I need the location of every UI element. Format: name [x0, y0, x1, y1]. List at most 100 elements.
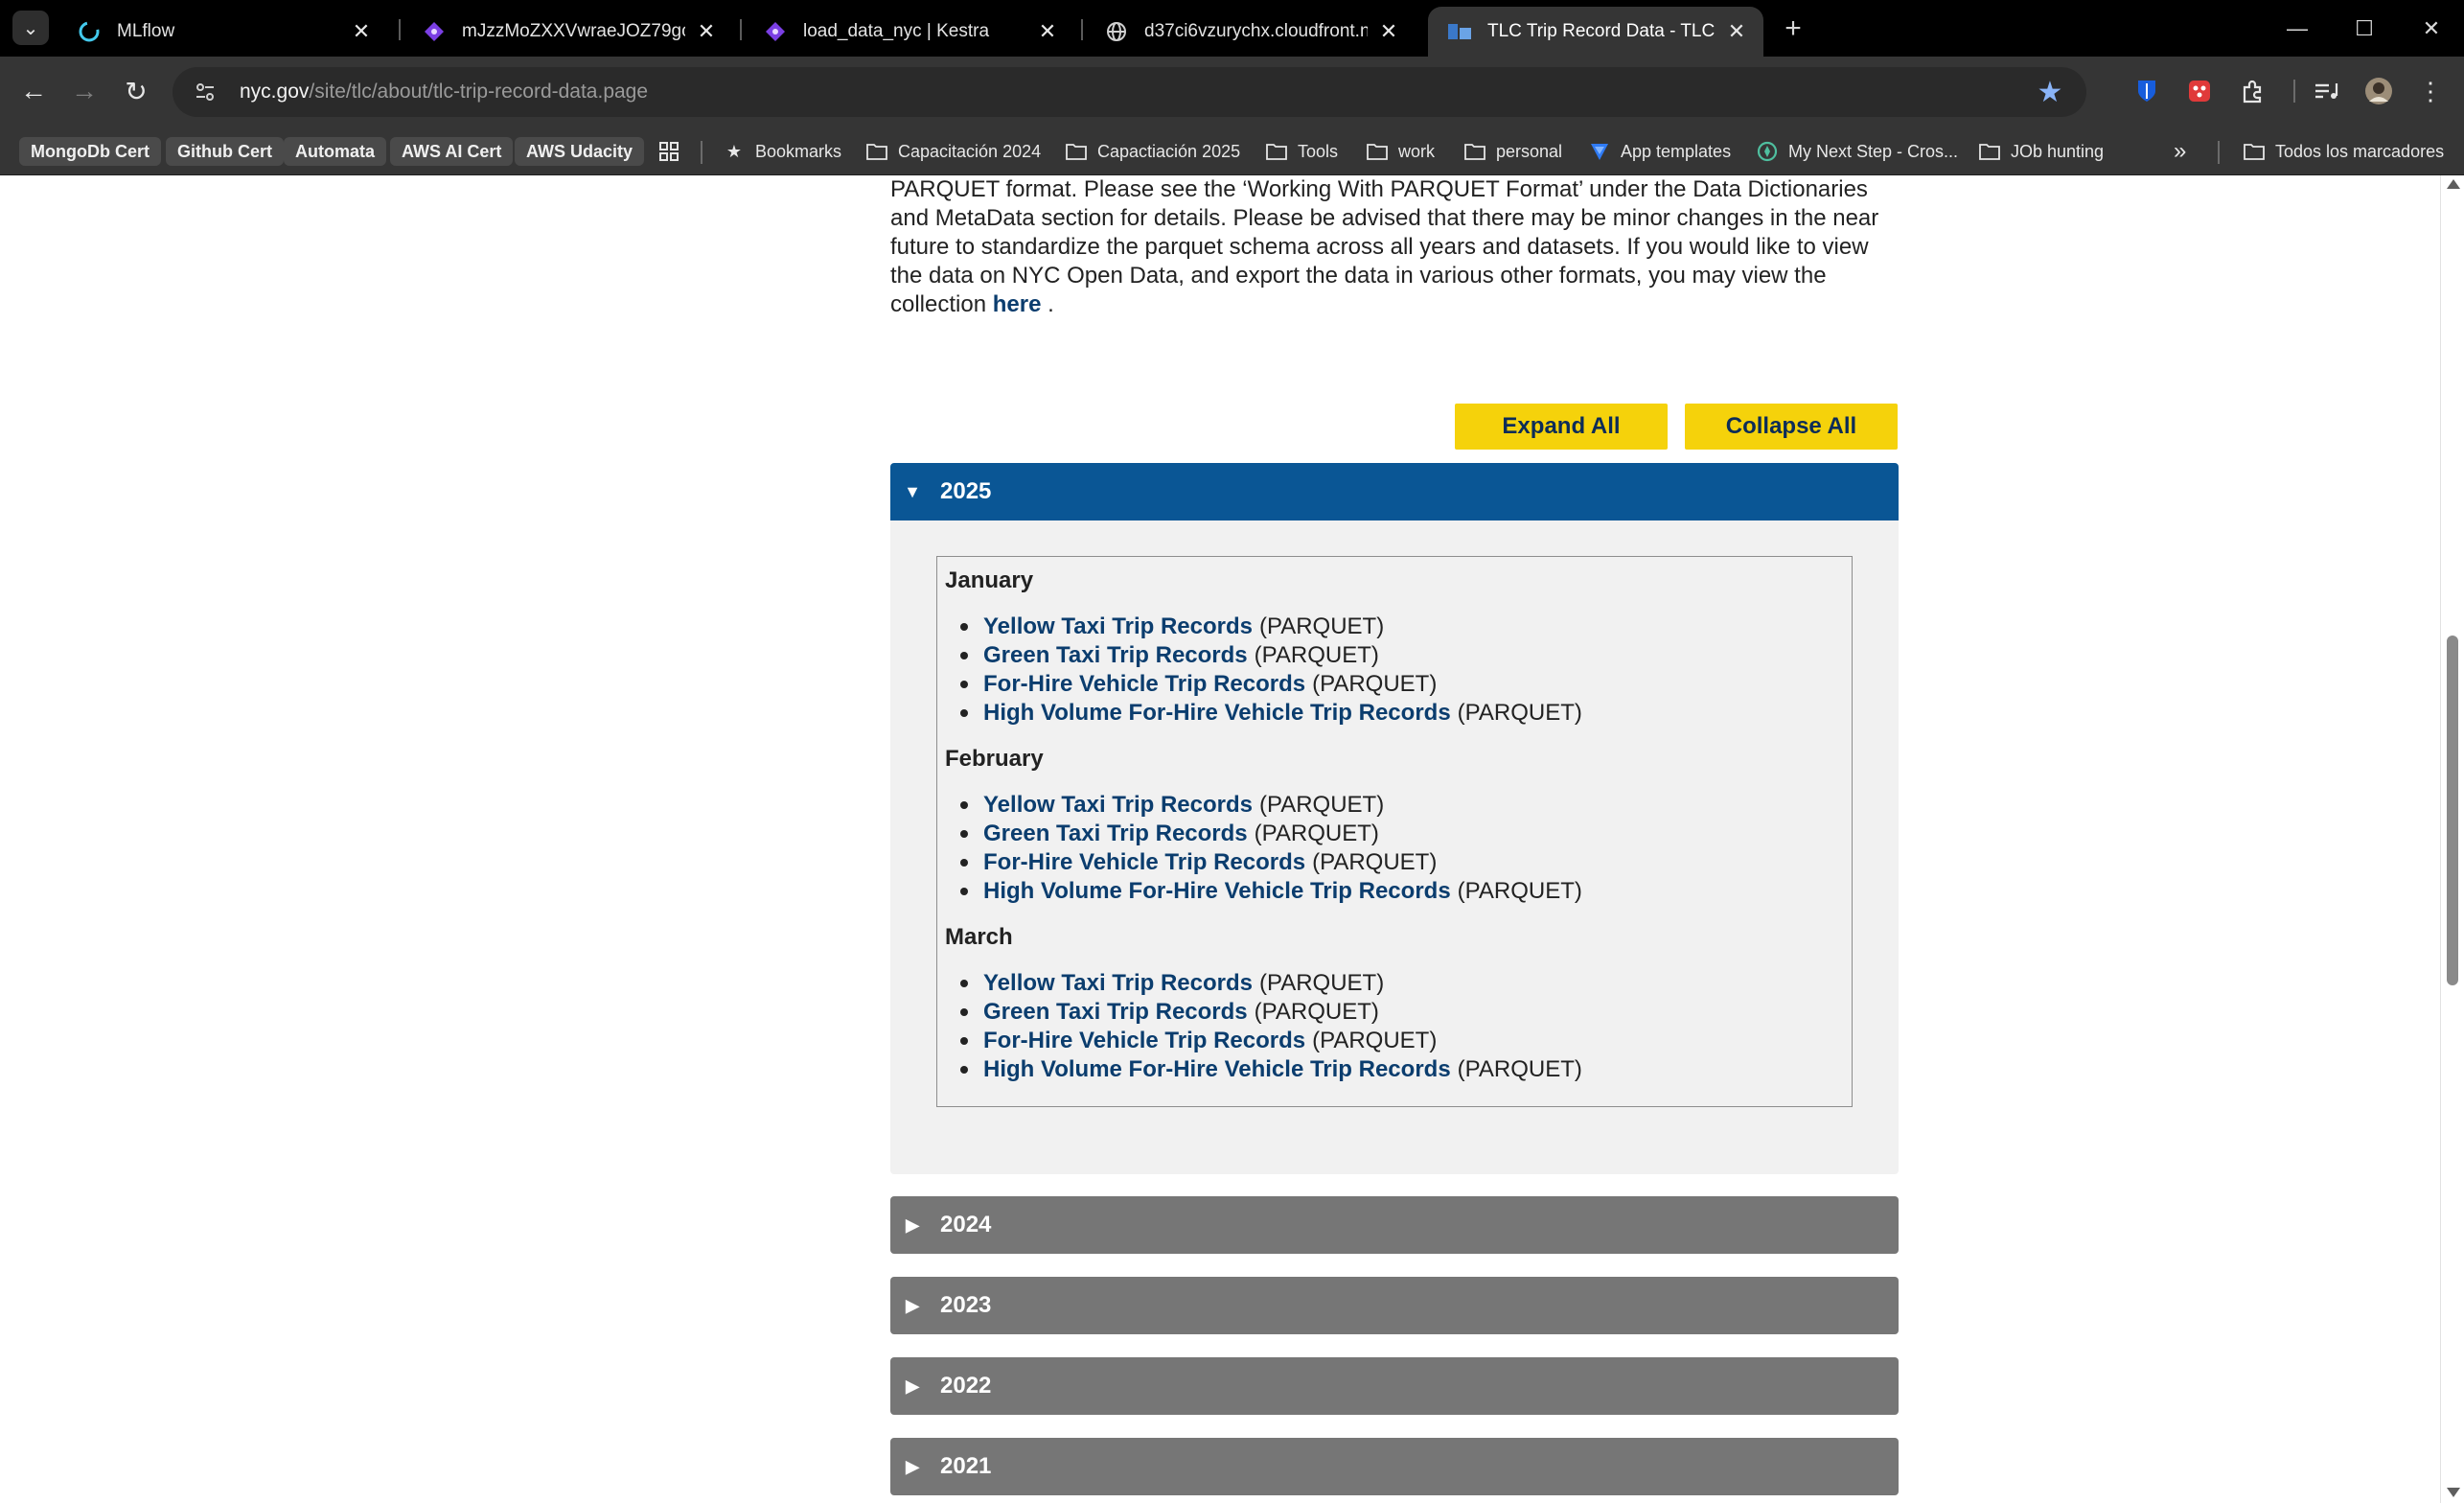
page-scrollbar[interactable] [2440, 175, 2464, 1503]
bookmark-app-templates[interactable]: App templates [1588, 137, 1731, 166]
profile-avatar[interactable] [2361, 74, 2396, 108]
bookmark-label: personal [1496, 141, 1563, 161]
months-box: January Yellow Taxi Trip Records (PARQUET… [936, 556, 1853, 1107]
bookmarks-divider [701, 141, 702, 164]
collapse-all-button[interactable]: Collapse All [1685, 404, 1898, 450]
bookmark-star-icon[interactable]: ★ [2035, 77, 2065, 108]
year-2023-header[interactable]: ▶ 2023 [890, 1277, 1899, 1334]
extensions-puzzle-icon[interactable] [2235, 74, 2269, 108]
tab-kestra-flow[interactable]: load_data_nyc | Kestra ✕ [744, 7, 1074, 57]
all-bookmarks-folder[interactable]: Todos los marcadores [2243, 137, 2444, 166]
apps-grid-button[interactable] [657, 137, 690, 166]
year-label: 2021 [940, 1453, 992, 1479]
site-settings-icon[interactable] [186, 73, 224, 111]
green-taxi-link[interactable]: Green Taxi Trip Records [983, 821, 1248, 847]
list-item: High Volume For-Hire Vehicle Trip Record… [960, 700, 1582, 727]
globe-icon [1104, 19, 1129, 44]
hvfhv-link[interactable]: High Volume For-Hire Vehicle Trip Record… [983, 878, 1451, 905]
folder-icon [1065, 140, 1088, 163]
maximize-button[interactable]: ☐ [2340, 10, 2388, 48]
tab-title: MLflow [117, 21, 175, 41]
bookmark-github-cert[interactable]: Github Cert [166, 137, 284, 166]
expand-all-button[interactable]: Expand All [1455, 404, 1668, 450]
bullet [960, 888, 968, 895]
year-2024-header[interactable]: ▶ 2024 [890, 1196, 1899, 1254]
new-tab-button[interactable]: + [1777, 12, 1809, 45]
tab-title: load_data_nyc | Kestra [803, 21, 990, 41]
hvfhv-link[interactable]: High Volume For-Hire Vehicle Trip Record… [983, 700, 1451, 727]
close-icon[interactable]: ✕ [1375, 18, 1402, 45]
close-icon[interactable]: ✕ [348, 18, 375, 45]
reload-button[interactable]: ↻ [117, 72, 155, 110]
tab-kestra-execution[interactable]: mJzzMoZXXVwraeJOZ79gc | Ke ✕ [403, 7, 733, 57]
tab-mlflow[interactable]: MLflow ✕ [58, 7, 388, 57]
double-chevron-right-icon: » [2174, 138, 2187, 164]
tab-tlc-active[interactable]: TLC Trip Record Data - TLC ✕ [1428, 7, 1763, 57]
bookmark-label: work [1398, 141, 1436, 161]
fhv-link[interactable]: For-Hire Vehicle Trip Records [983, 1028, 1305, 1054]
close-icon[interactable]: ✕ [1723, 18, 1750, 45]
month-march: March [945, 924, 1013, 950]
bullet [960, 830, 968, 838]
extension-red-icon[interactable] [2182, 74, 2217, 108]
intro-line: the data on NYC Open Data, and export th… [890, 263, 1827, 289]
bookmark-my-next-step[interactable]: My Next Step - Cros... [1756, 137, 1958, 166]
bookmark-folder-job-hunting[interactable]: JOb hunting [1978, 137, 2104, 166]
menu-kebab-icon[interactable]: ⋮ [2413, 74, 2448, 108]
bookmark-label: Capacitación 2024 [898, 141, 1042, 161]
open-data-collection-link[interactable]: here [993, 291, 1042, 317]
back-button[interactable]: ← [14, 72, 53, 110]
intro-line: PARQUET format. Please see the ‘Working … [890, 176, 1868, 202]
bookmark-aws-udacity[interactable]: AWS Udacity [515, 137, 645, 166]
chevron-down-icon: ⌄ [22, 17, 39, 39]
bullet [960, 1037, 968, 1045]
scroll-down-arrow-icon[interactable] [2447, 1488, 2460, 1497]
bookmark-aws-ai-cert[interactable]: AWS AI Cert [390, 137, 514, 166]
green-taxi-link[interactable]: Green Taxi Trip Records [983, 999, 1248, 1026]
bookmark-folder-capactiacion-2025[interactable]: Capactiación 2025 [1065, 137, 1240, 166]
format-label: (PARQUET) [1312, 1028, 1438, 1053]
bookmark-folder-tools[interactable]: Tools [1265, 137, 1338, 166]
tab-strip: ⌄ MLflow ✕ mJzzMoZXXVwraeJOZ79gc | Ke ✕ … [0, 0, 2464, 57]
bookmark-folder-capacitacion-2024[interactable]: Capacitación 2024 [865, 137, 1041, 166]
caret-right-icon: ▶ [906, 1295, 919, 1315]
year-2021-header[interactable]: ▶ 2021 [890, 1438, 1899, 1495]
list-item: Green Taxi Trip Records (PARQUET) [960, 821, 1379, 847]
bookmark-automata[interactable]: Automata [284, 137, 387, 166]
list-item: For-Hire Vehicle Trip Records (PARQUET) [960, 849, 1437, 876]
bookmark-folder-work[interactable]: work [1366, 137, 1435, 166]
scrollbar-thumb[interactable] [2447, 636, 2458, 985]
bookmark-folder-bookmarks[interactable]: ★ Bookmarks [723, 137, 841, 166]
kestra-icon [422, 19, 447, 44]
fhv-link[interactable]: For-Hire Vehicle Trip Records [983, 849, 1305, 876]
bitwarden-extension-icon[interactable] [2130, 74, 2164, 108]
format-label: (PARQUET) [1258, 792, 1385, 818]
bullet [960, 681, 968, 688]
minimize-button[interactable]: — [2273, 10, 2321, 48]
scroll-up-arrow-icon[interactable] [2447, 179, 2460, 189]
page-viewport: PARQUET format. Please see the ‘Working … [0, 175, 2440, 1503]
bullet [960, 709, 968, 717]
close-window-button[interactable]: ✕ [2407, 10, 2455, 48]
bookmark-folder-personal[interactable]: personal [1463, 137, 1562, 166]
yellow-taxi-link[interactable]: Yellow Taxi Trip Records [983, 970, 1253, 997]
tab-cloudfront[interactable]: d37ci6vzurychx.cloudfront.net/t ✕ [1085, 7, 1416, 57]
format-label: (PARQUET) [1457, 878, 1582, 904]
close-icon[interactable]: ✕ [1034, 18, 1061, 45]
bookmark-mongodb-cert[interactable]: MongoDb Cert [19, 137, 161, 166]
close-icon[interactable]: ✕ [693, 18, 720, 45]
bookmarks-overflow-button[interactable]: » [2174, 137, 2186, 166]
green-taxi-link[interactable]: Green Taxi Trip Records [983, 642, 1248, 669]
bookmark-label: Capactiación 2025 [1097, 141, 1241, 161]
media-controls-icon[interactable] [2310, 74, 2344, 108]
forward-button[interactable]: → [65, 72, 104, 110]
yellow-taxi-link[interactable]: Yellow Taxi Trip Records [983, 613, 1253, 640]
list-item: For-Hire Vehicle Trip Records (PARQUET) [960, 1028, 1437, 1054]
yellow-taxi-link[interactable]: Yellow Taxi Trip Records [983, 792, 1253, 819]
fhv-link[interactable]: For-Hire Vehicle Trip Records [983, 671, 1305, 698]
tab-search-button[interactable]: ⌄ [12, 11, 49, 45]
year-2025-header[interactable]: ▼ 2025 [890, 463, 1899, 520]
hvfhv-link[interactable]: High Volume For-Hire Vehicle Trip Record… [983, 1056, 1451, 1083]
year-2022-header[interactable]: ▶ 2022 [890, 1357, 1899, 1415]
address-bar[interactable]: nyc.gov/site/tlc/about/tlc-trip-record-d… [173, 67, 2086, 117]
